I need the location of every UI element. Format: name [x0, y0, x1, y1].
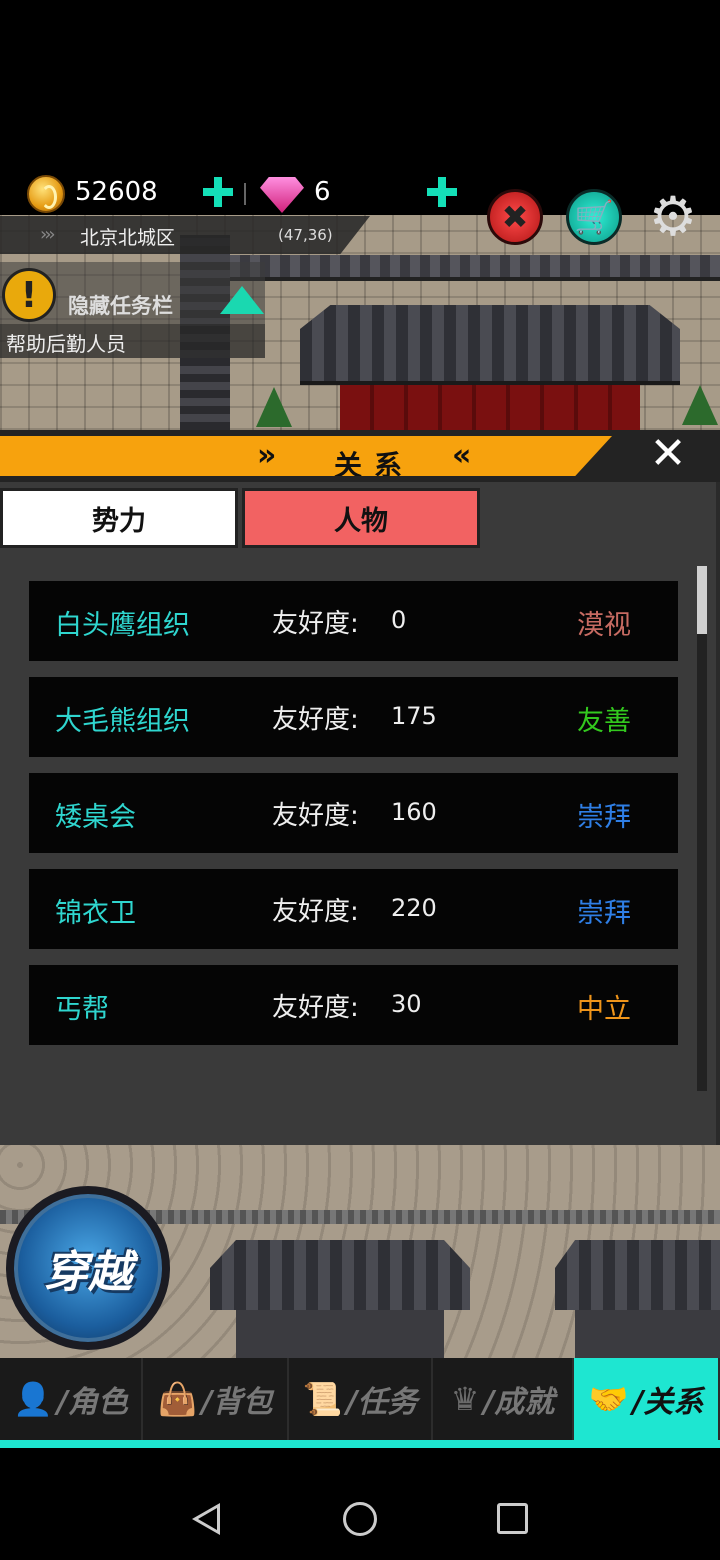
friendship-value: 0: [391, 606, 407, 634]
nav-bag[interactable]: 👜 /背包: [143, 1358, 289, 1440]
battle-button[interactable]: ✖: [487, 189, 543, 245]
quest-title: 隐藏任务栏: [68, 294, 173, 318]
close-button[interactable]: ✕: [646, 432, 690, 476]
tree: [682, 385, 718, 425]
building: [210, 1240, 470, 1360]
dialog-title: 关系: [334, 449, 415, 482]
title-arrows-left: »: [257, 438, 277, 473]
relation-list[interactable]: 白头鹰组织 友好度: 0 漠视 大毛熊组织 友好度: 175 友善 矮桌会 友好…: [0, 554, 716, 1139]
chevron-up-icon[interactable]: [220, 286, 264, 314]
list-item[interactable]: 大毛熊组织 友好度: 175 友善: [29, 677, 678, 757]
add-gems-button[interactable]: [427, 177, 457, 207]
temple-building: [300, 305, 680, 430]
nav-label: /关系: [632, 1385, 704, 1420]
friendship-value: 160: [391, 798, 437, 826]
exclamation-icon: !: [2, 268, 56, 322]
list-item[interactable]: 锦衣卫 友好度: 220 崇拜: [29, 869, 678, 949]
cart-icon: 🛒: [574, 198, 614, 236]
relation-status: 友善: [577, 706, 631, 737]
friendship-value: 175: [391, 702, 437, 730]
friendship-label: 友好度:: [272, 897, 359, 927]
nav-label: /任务: [346, 1385, 418, 1420]
crossed-swords-icon: ✖: [501, 198, 529, 236]
quest-panel: ! 隐藏任务栏 帮助后勤人员: [0, 262, 265, 358]
nav-label: /背包: [201, 1385, 273, 1420]
location-name: 北京北城区: [80, 227, 176, 249]
location-coords: (47,36): [278, 226, 333, 244]
person-icon: 👤: [13, 1380, 53, 1418]
relation-status: 中立: [577, 994, 631, 1025]
relation-status: 崇拜: [577, 898, 631, 929]
crown-icon: ♛: [450, 1380, 480, 1418]
nav-character[interactable]: 👤 /角色: [0, 1358, 143, 1440]
tab-faction[interactable]: 势力: [0, 488, 238, 548]
handshake-icon: 🤝: [588, 1380, 629, 1418]
relation-dialog: » 关系 « ✕ 势力 人物 白头鹰组织 友好度: 0 漠视 大毛熊组织 友好度…: [0, 430, 720, 1145]
nav-label: /成就: [483, 1385, 555, 1420]
scroll-icon: 📜: [302, 1380, 343, 1418]
bottom-nav: 👤 /角色 👜 /背包 📜 /任务 ♛ /成就 🤝 /关系: [0, 1358, 720, 1440]
friendship-value: 30: [391, 990, 422, 1018]
nav-relations[interactable]: 🤝 /关系: [574, 1358, 720, 1440]
warp-button[interactable]: 穿越: [6, 1186, 170, 1350]
tab-character[interactable]: 人物: [242, 488, 480, 548]
gold-amount: 52608: [75, 177, 158, 207]
home-icon[interactable]: [343, 1502, 377, 1536]
close-icon: ✕: [649, 428, 687, 479]
back-icon[interactable]: [192, 1503, 220, 1535]
title-arrows-right: «: [452, 438, 472, 473]
list-item[interactable]: 丐帮 友好度: 30 中立: [29, 965, 678, 1045]
faction-name: 白头鹰组织: [55, 610, 190, 641]
nav-quests[interactable]: 📜 /任务: [289, 1358, 433, 1440]
gear-icon: ⚙: [648, 184, 698, 248]
faction-name: 大毛熊组织: [55, 706, 190, 737]
faction-name: 锦衣卫: [55, 898, 136, 929]
friendship-label: 友好度:: [272, 801, 359, 831]
chevrons-icon: ›››: [40, 224, 56, 245]
list-item[interactable]: 矮桌会 友好度: 160 崇拜: [29, 773, 678, 853]
settings-button[interactable]: ⚙: [644, 184, 702, 248]
relation-status: 崇拜: [577, 802, 631, 833]
friendship-label: 友好度:: [272, 993, 359, 1023]
bag-icon: 👜: [157, 1380, 198, 1418]
shop-button[interactable]: 🛒: [566, 189, 622, 245]
nav-label: /角色: [56, 1385, 128, 1420]
faction-name: 丐帮: [55, 994, 109, 1025]
divider: [244, 183, 246, 205]
location-bar: ››› 北京北城区 (47,36): [0, 216, 370, 254]
recent-apps-icon[interactable]: [497, 1503, 528, 1534]
friendship-value: 220: [391, 894, 437, 922]
nav-achievements[interactable]: ♛ /成就: [433, 1358, 574, 1440]
building: [555, 1240, 720, 1360]
dialog-title-bar: » 关系 «: [0, 436, 612, 476]
tree: [256, 387, 292, 427]
nav-underline: [0, 1440, 720, 1448]
system-nav-bar: [0, 1448, 720, 1560]
list-item[interactable]: 白头鹰组织 友好度: 0 漠视: [29, 581, 678, 661]
dialog-header: » 关系 « ✕: [0, 430, 720, 482]
add-gold-button[interactable]: [203, 177, 233, 207]
scrollbar-track[interactable]: [697, 566, 707, 1091]
friendship-label: 友好度:: [272, 705, 359, 735]
friendship-label: 友好度:: [272, 609, 359, 639]
scrollbar-thumb[interactable]: [697, 566, 707, 634]
gem-icon: [260, 177, 304, 213]
gem-amount: 6: [314, 177, 331, 207]
quest-item[interactable]: 帮助后勤人员: [0, 324, 265, 358]
relation-status: 漠视: [577, 610, 631, 641]
quest-header[interactable]: ! 隐藏任务栏: [0, 262, 265, 324]
gold-coin-icon: [27, 175, 65, 213]
faction-name: 矮桌会: [55, 802, 136, 833]
